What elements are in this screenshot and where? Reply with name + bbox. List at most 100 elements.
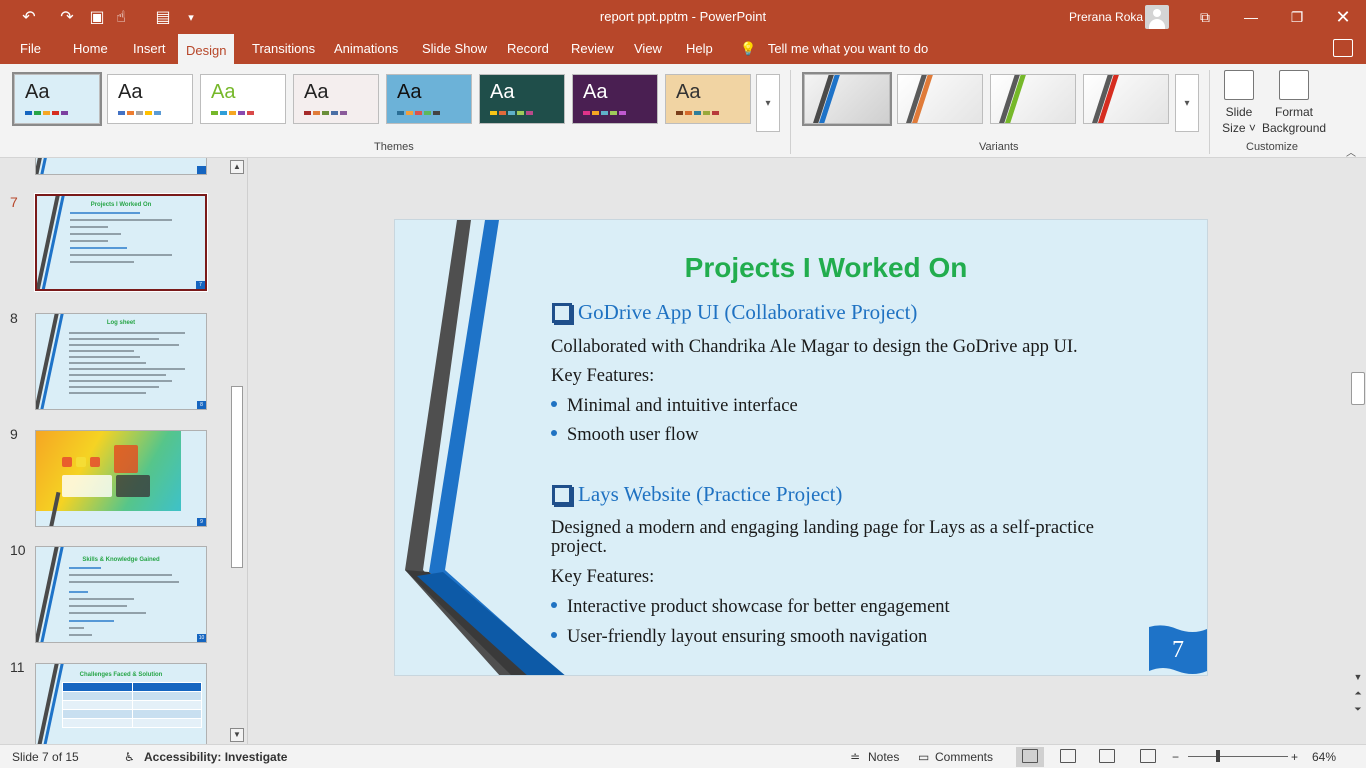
zoom-in-icon[interactable]: + — [1291, 750, 1298, 764]
key-features-label[interactable]: Key Features: — [551, 568, 1141, 587]
theme-sample-text: Aa — [490, 81, 515, 103]
theme-sample-text: Aa — [118, 81, 143, 103]
notes-icon: ≐ — [850, 750, 861, 764]
zoom-out-icon[interactable]: − — [1172, 750, 1179, 764]
next-slide-icon[interactable]: ⏷ — [1351, 704, 1365, 715]
section-heading-lays[interactable]: Lays Website (Practice Project) — [552, 482, 842, 507]
themes-more-icon[interactable]: ▾ — [756, 74, 780, 132]
key-features-label[interactable]: Key Features: — [551, 367, 1141, 386]
slide-show-icon[interactable] — [1140, 749, 1156, 763]
slide-thumbnail[interactable]: Skills & Knowledge Gained 10 — [35, 546, 207, 643]
theme-thumbnail[interactable]: Aa — [479, 74, 565, 124]
variant-thumbnail[interactable] — [802, 72, 892, 126]
restore-icon[interactable]: ❐ — [1274, 0, 1320, 34]
close-icon[interactable]: ✕ — [1320, 0, 1366, 34]
bullet-icon — [551, 632, 557, 638]
avatar[interactable] — [1145, 5, 1169, 29]
slide-thumbnail[interactable]: Challenges Faced & Solution — [35, 663, 207, 744]
slide-thumbnail[interactable] — [35, 158, 207, 175]
slide-number: 11 — [10, 659, 25, 675]
slide-size-button[interactable]: Slide Size ˅ — [1218, 70, 1260, 136]
scroll-up-icon[interactable]: ▲ — [230, 160, 244, 174]
checkbox-bullet-icon — [552, 484, 572, 505]
slide-thumbnail-current[interactable]: Projects I Worked On 7 — [34, 193, 208, 292]
tab-file[interactable]: File — [12, 34, 49, 64]
theme-thumbnail[interactable]: Aa — [386, 74, 472, 124]
user-name[interactable]: Prerana Roka — [1069, 10, 1143, 24]
tab-help[interactable]: Help — [678, 34, 721, 64]
accessibility-icon: ♿ — [124, 750, 135, 764]
tab-review[interactable]: Review — [563, 34, 622, 64]
theme-sample-text: Aa — [25, 81, 50, 103]
bullet-item[interactable]: Interactive product showcase for better … — [551, 597, 950, 618]
slide-number: 9 — [10, 426, 18, 442]
theme-sample-text: Aa — [211, 81, 236, 103]
customize-group-label: Customize — [1246, 141, 1298, 153]
tab-home[interactable]: Home — [65, 34, 116, 64]
theme-thumbnail[interactable]: Aa — [665, 74, 751, 124]
theme-sample-text: Aa — [583, 81, 608, 103]
tab-transitions[interactable]: Transitions — [244, 34, 323, 64]
tell-me-search[interactable]: 💡 Tell me what you want to do — [740, 34, 928, 64]
reading-view-icon[interactable] — [1099, 749, 1115, 763]
theme-sample-text: Aa — [676, 81, 701, 103]
ribbon-display-icon[interactable]: ⧉ — [1182, 0, 1228, 34]
scroll-down-icon[interactable]: ▼ — [230, 728, 244, 742]
bullet-icon — [551, 602, 557, 608]
slide-panel-scrollbar[interactable]: ▲ ▼ — [229, 158, 245, 744]
collapse-ribbon-icon[interactable]: ︿ — [1346, 144, 1356, 159]
section-description[interactable]: Designed a modern and engaging landing p… — [551, 519, 1099, 557]
section-description[interactable]: Collaborated with Chandrika Ale Magar to… — [551, 338, 1141, 357]
theme-thumbnail[interactable]: Aa — [12, 72, 102, 126]
variant-thumbnail[interactable] — [897, 74, 983, 124]
comments-icon: ▭ — [918, 750, 930, 764]
tab-record[interactable]: Record — [499, 34, 557, 64]
scroll-down-icon[interactable]: ▼ — [1351, 672, 1365, 682]
slide-size-icon — [1224, 70, 1254, 100]
minimize-icon[interactable]: — — [1228, 0, 1274, 34]
editing-canvas: Projects I Worked On GoDrive App UI (Col… — [249, 158, 1350, 744]
zoom-slider-handle[interactable] — [1216, 750, 1220, 762]
normal-view-icon[interactable] — [1022, 749, 1038, 763]
comments-icon[interactable] — [1333, 39, 1353, 57]
lightbulb-icon: 💡 — [740, 41, 760, 56]
scrollbar-thumb[interactable] — [231, 386, 243, 568]
section-heading-godrive[interactable]: GoDrive App UI (Collaborative Project) — [552, 300, 917, 325]
bullet-icon — [551, 401, 557, 407]
ribbon-tabs: File Home Insert Design Transitions Anim… — [0, 34, 1366, 64]
bullet-item[interactable]: User-friendly layout ensuring smooth nav… — [551, 627, 927, 648]
theme-sample-text: Aa — [397, 81, 422, 103]
slide-sorter-icon[interactable] — [1060, 749, 1076, 763]
notes-button[interactable]: Notes — [868, 750, 899, 764]
slide-number: 7 — [10, 194, 18, 210]
variants-more-icon[interactable]: ▾ — [1175, 74, 1199, 132]
tab-animations[interactable]: Animations — [326, 34, 406, 64]
slide-thumbnail[interactable]: Log sheet 8 — [35, 313, 207, 410]
theme-thumbnail[interactable]: Aa — [200, 74, 286, 124]
zoom-slider[interactable] — [1188, 756, 1288, 757]
tab-insert[interactable]: Insert — [125, 34, 174, 64]
accessibility-status[interactable]: Accessibility: Investigate — [144, 750, 287, 764]
comments-button[interactable]: Comments — [935, 750, 993, 764]
current-slide[interactable]: Projects I Worked On GoDrive App UI (Col… — [394, 219, 1208, 676]
canvas-scrollbar[interactable]: ▼ ⏶ ⏷ — [1350, 158, 1366, 744]
theme-thumbnail[interactable]: Aa — [293, 74, 379, 124]
previous-slide-icon[interactable]: ⏶ — [1351, 688, 1365, 699]
tab-view[interactable]: View — [626, 34, 670, 64]
tab-design[interactable]: Design — [178, 34, 235, 64]
tab-slide-show[interactable]: Slide Show — [414, 34, 495, 64]
zoom-level[interactable]: 64% — [1312, 750, 1336, 764]
slide-title[interactable]: Projects I Worked On — [595, 252, 1057, 284]
bullet-item[interactable]: Smooth user flow — [551, 425, 699, 446]
bullet-item[interactable]: Minimal and intuitive interface — [551, 396, 798, 417]
slide-thumbnail[interactable]: 9 — [35, 430, 207, 527]
scrollbar-thumb[interactable] — [1351, 372, 1365, 405]
theme-thumbnail[interactable]: Aa — [107, 74, 193, 124]
theme-thumbnail[interactable]: Aa — [572, 74, 658, 124]
slide-number: 8 — [10, 310, 18, 326]
variant-thumbnail[interactable] — [1083, 74, 1169, 124]
variant-thumbnail[interactable] — [990, 74, 1076, 124]
title-bar: ↶ ↷ ▣ ☝ ▤ ▾ report ppt.pptm - PowerPoint… — [0, 0, 1366, 34]
status-bar: Slide 7 of 15 ♿ Accessibility: Investiga… — [0, 744, 1366, 768]
format-background-button[interactable]: Format Background — [1262, 70, 1326, 136]
